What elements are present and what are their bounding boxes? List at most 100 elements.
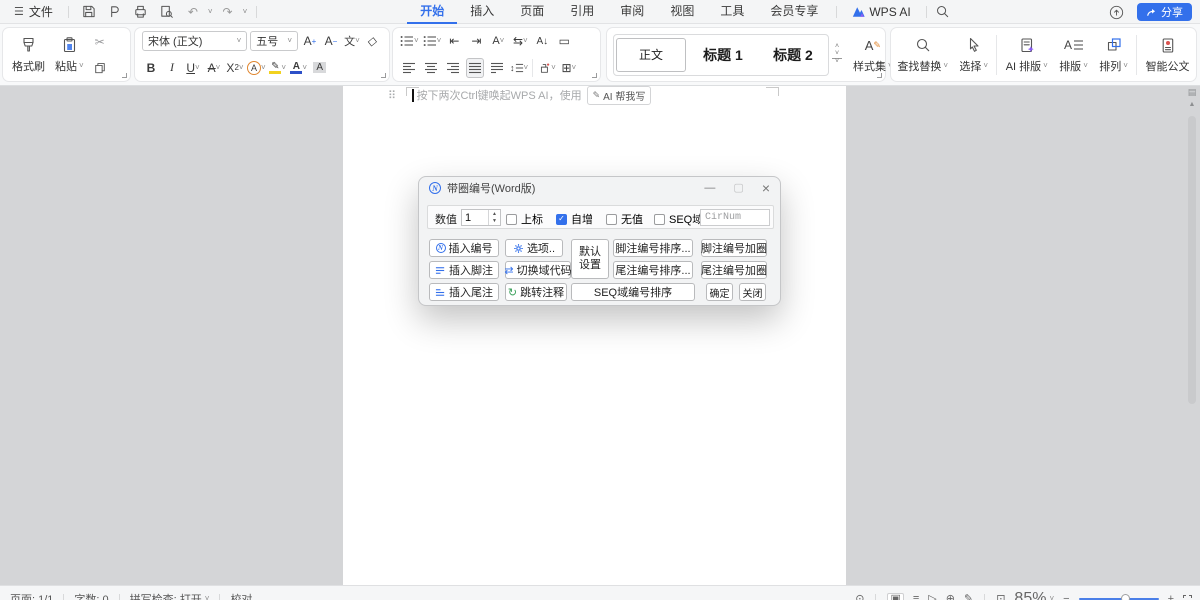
numbered-list-button[interactable]: ˅ [423, 31, 442, 51]
checkbox-box[interactable]: ✓ [506, 214, 517, 225]
insert-number-button[interactable]: N 插入编号 [429, 239, 499, 257]
value-input[interactable] [462, 210, 488, 225]
checkbox-novalue[interactable]: ✓ 无值 [606, 211, 643, 227]
tab-member[interactable]: 会员专享 [757, 0, 831, 24]
search-button[interactable] [932, 2, 954, 22]
align-right-button[interactable] [444, 58, 462, 78]
read-view-button[interactable]: ▷ [928, 594, 936, 600]
styles-scroll-down[interactable]: ˅ [832, 51, 842, 57]
document-page[interactable] [343, 86, 846, 585]
toggle-field-code-button[interactable]: ⇄ 切换域代码 [505, 261, 571, 279]
shading-button[interactable]: ˅ [537, 58, 556, 78]
enclosed-char-button[interactable]: A˅ [247, 58, 266, 78]
spin-down-button[interactable]: ▼ [489, 218, 500, 226]
tab-home[interactable]: 开始 [407, 0, 457, 24]
status-spellcheck[interactable]: 拼写检查: 打开 ˅ [130, 591, 210, 600]
options-button[interactable]: 选项.. [505, 239, 563, 257]
char-scale-button[interactable]: A˅ [489, 31, 507, 51]
find-replace-button[interactable]: 查找替换˅ [892, 28, 953, 81]
zoom-level[interactable]: 85% ˅ [1014, 590, 1054, 600]
paragraph-layout-button[interactable]: ▭ [555, 31, 573, 51]
undo-dropdown[interactable]: ˅ [208, 8, 213, 16]
line-spacing-button[interactable]: ↕˅ [510, 58, 528, 78]
print-preview-button[interactable] [156, 2, 178, 22]
tab-insert[interactable]: 插入 [457, 0, 507, 24]
cjk-layout-button[interactable]: ⇆˅ [511, 31, 529, 51]
grow-font-button[interactable]: A+ [301, 31, 319, 51]
char-shading-button[interactable]: A [311, 58, 329, 78]
save-button[interactable] [78, 2, 100, 22]
checkbox-box[interactable]: ✓ [606, 214, 617, 225]
status-proofing[interactable]: 校对 [230, 591, 252, 600]
italic-button[interactable]: I [163, 58, 181, 78]
copy-button[interactable] [91, 58, 109, 78]
vertical-scrollbar[interactable]: ▤ ▲ [1185, 87, 1199, 404]
font-color-button[interactable]: A˅ [290, 58, 308, 78]
dialog-close-icon[interactable]: × [762, 181, 770, 195]
ai-write-button[interactable]: ✎ AI 帮我写 [587, 86, 652, 105]
ok-button[interactable]: 确定 [706, 283, 733, 301]
style-normal[interactable]: 正文 [616, 38, 686, 72]
seq-sort-button[interactable]: SEQ域编号排序 [571, 283, 695, 301]
fullscreen-button[interactable] [1183, 595, 1192, 600]
redo-button[interactable]: ↷ [217, 2, 239, 22]
footnote-sort-button[interactable]: 脚注编号排序... [613, 239, 693, 257]
underline-button[interactable]: U˅ [184, 58, 202, 78]
font-size-select[interactable]: 五号 ˅ [250, 31, 298, 51]
ruler-toggle-icon[interactable]: ▤ [1188, 87, 1197, 97]
arrange-button[interactable]: 排列˅ [1094, 28, 1133, 81]
bold-button[interactable]: B [142, 58, 160, 78]
checkbox-seq-field[interactable]: ✓ SEQ域 [654, 211, 703, 227]
checkbox-superscript[interactable]: ✓ 上标 [506, 211, 543, 227]
close-button[interactable]: 关闭 [739, 283, 766, 301]
quickbar-more-dropdown[interactable]: ˅ [243, 8, 248, 16]
web-view-button[interactable]: ⊕ [946, 594, 955, 600]
dialog-minimize-button[interactable]: — [704, 181, 715, 195]
format-painter-button[interactable]: 格式刷 [7, 28, 50, 81]
superscript-button[interactable]: X2˅ [226, 58, 244, 78]
annotate-pen-button[interactable]: ✎ [964, 594, 973, 600]
align-center-button[interactable] [422, 58, 440, 78]
outline-view-button[interactable]: ≡ [913, 594, 919, 600]
clear-format-button[interactable]: ◇ [364, 31, 382, 51]
decrease-indent-button[interactable]: ⇤ [445, 31, 463, 51]
scrollbar-thumb[interactable] [1188, 116, 1196, 404]
smart-doc-button[interactable]: 智能公文 [1141, 28, 1195, 81]
group-expand-icon[interactable] [592, 73, 597, 78]
group-expand-icon[interactable] [877, 73, 882, 78]
checkbox-box[interactable]: ✓ [556, 214, 567, 225]
endnote-circle-button[interactable]: 尾注编号加圈 [701, 261, 767, 279]
file-menu-button[interactable]: ☰ 文件 [8, 3, 59, 20]
value-spinner[interactable]: ▲ ▼ [461, 209, 501, 226]
bullet-list-button[interactable]: ˅ [400, 31, 419, 51]
insert-endnote-button[interactable]: 插入尾注 [429, 283, 499, 301]
sort-button[interactable]: A↓ [533, 31, 551, 51]
font-name-select[interactable]: 宋体 (正文) ˅ [142, 31, 247, 51]
layout-button[interactable]: A 排版˅ [1054, 28, 1093, 81]
footnote-circle-button[interactable]: 脚注编号加圈 [701, 239, 767, 257]
tab-page[interactable]: 页面 [507, 0, 557, 24]
zoom-slider-knob[interactable] [1121, 594, 1130, 600]
tab-tools[interactable]: 工具 [707, 0, 757, 24]
status-word-count[interactable]: 字数: 0 [74, 591, 108, 600]
page-view-button[interactable]: ▣ [887, 593, 903, 600]
tab-view[interactable]: 视图 [657, 0, 707, 24]
group-expand-icon[interactable] [381, 73, 386, 78]
ai-layout-button[interactable]: AI 排版˅ [1001, 28, 1053, 81]
tab-review[interactable]: 审阅 [607, 0, 657, 24]
phonetic-guide-button[interactable]: 文˅ [343, 31, 361, 51]
scroll-up-arrow[interactable]: ▲ [1189, 100, 1196, 110]
style-heading2[interactable]: 标题 2 [758, 45, 828, 65]
style-heading1[interactable]: 标题 1 [688, 45, 758, 65]
seq-name-input[interactable] [700, 209, 770, 226]
insert-footnote-button[interactable]: 插入脚注 [429, 261, 499, 279]
default-settings-button[interactable]: 默认 设置 [571, 239, 609, 279]
checkbox-box[interactable]: ✓ [654, 214, 665, 225]
align-left-button[interactable] [400, 58, 418, 78]
zoom-out-button[interactable]: − [1063, 594, 1069, 600]
highlight-button[interactable]: ✎˅ [269, 58, 287, 78]
styles-more-button[interactable]: ˅ [832, 58, 842, 65]
jump-note-button[interactable]: ↻ 跳转注释 [505, 283, 567, 301]
fit-page-button[interactable]: ⊡ [996, 594, 1005, 600]
checkbox-autoincrement[interactable]: ✓ 自增 [556, 211, 593, 227]
